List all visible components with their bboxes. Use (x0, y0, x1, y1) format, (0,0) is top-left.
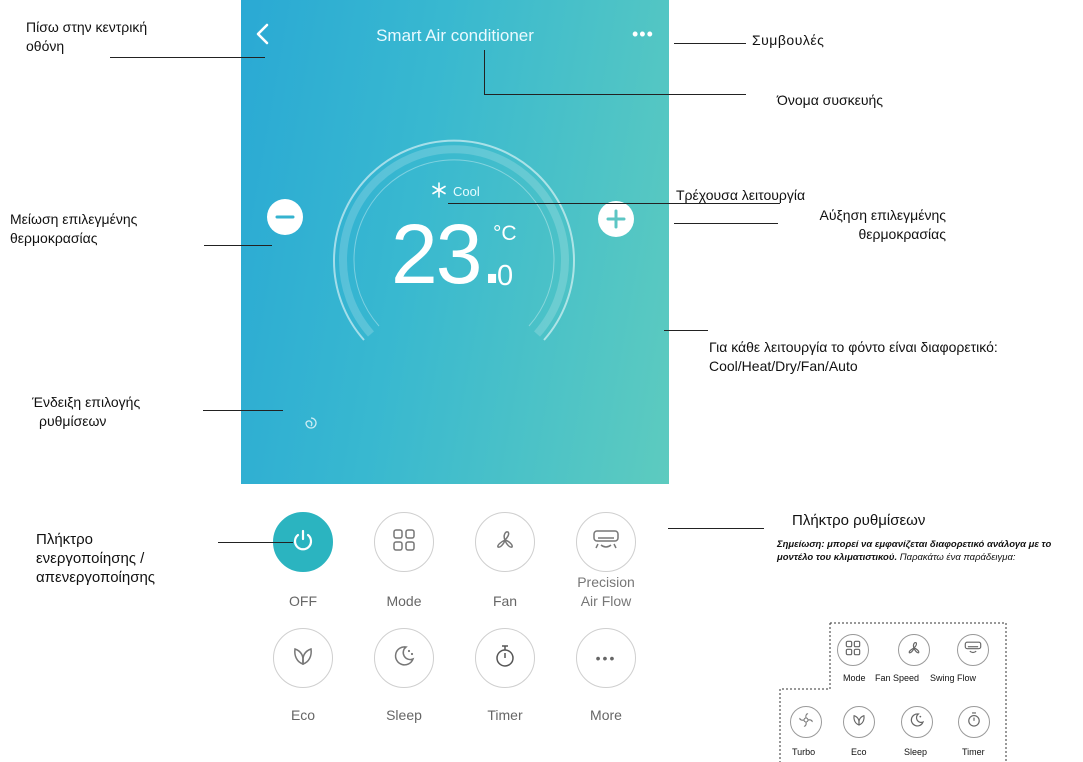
eco-button[interactable] (273, 628, 333, 688)
leader-line-current-mode (448, 203, 780, 204)
device-title: Smart Air conditioner (376, 26, 534, 45)
annotation-power-line2: ενεργοποίησης / (36, 550, 145, 567)
annotation-settings-indicator-line1: Ένδειξη επιλογής (32, 394, 141, 410)
example-fan-speed-label: Fan Speed (875, 673, 920, 683)
precision-label-line1: Precision (577, 574, 635, 590)
mode-grid-icon (392, 528, 416, 557)
leader-line-increase (674, 223, 778, 224)
annotation-decrease-line2: θερμοκρασίας (10, 230, 98, 246)
example-sleep-button (901, 706, 933, 738)
example-eco-label: Eco (851, 747, 867, 757)
settings-indicator-icon (303, 415, 319, 436)
example-turbo-button (790, 706, 822, 738)
leader-line-decrease (204, 245, 272, 246)
example-sleep-label: Sleep (904, 747, 928, 757)
air-flow-icon (592, 528, 620, 557)
example-swing-flow-button (957, 634, 989, 666)
fan-button[interactable] (475, 512, 535, 572)
fan-icon (906, 640, 922, 661)
annotation-background-line2: Cool/Heat/Dry/Fan/Auto (709, 358, 858, 374)
leader-line-power (218, 542, 293, 543)
annotation-settings-indicator: Ένδειξη επιλογής ρυθμίσεων (32, 393, 140, 431)
annotation-settings-indicator-line2: ρυθμίσεων (39, 413, 107, 429)
annotation-increase: Αύξηση επιλεγμένης θερμοκρασίας (760, 206, 946, 244)
example-timer-label: Timer (962, 747, 985, 757)
moon-icon (392, 644, 416, 673)
temperature-decimal: 0 (497, 260, 514, 292)
precision-air-flow-button[interactable] (576, 512, 636, 572)
example-eco-button (843, 706, 875, 738)
annotation-tips: Συμβουλές (752, 32, 825, 48)
leader-line-tips (674, 43, 746, 44)
moon-icon (909, 712, 925, 733)
mode-button[interactable] (374, 512, 434, 572)
temperature-unit: °C (493, 222, 517, 245)
annotation-back-line2: οθόνη (26, 38, 65, 54)
increase-temperature-button[interactable] (598, 201, 634, 237)
thermostat-panel: Smart Air conditioner ••• Cool 23. °C 0 (241, 0, 669, 484)
stopwatch-icon (493, 643, 517, 674)
annotation-power-line1: Πλήκτρο (36, 531, 93, 548)
example-fan-speed-button (898, 634, 930, 666)
example-turbo-label: Turbo (792, 747, 816, 757)
annotation-power-line3: απενεργοποίησης (36, 569, 156, 586)
annotation-note: Σημείωση: μπορεί να εμφανίζεται διαφορετ… (777, 538, 1077, 564)
leaf-icon (851, 712, 867, 733)
current-mode: Cool (431, 182, 480, 201)
annotation-power: Πλήκτρο ενεργοποίησης / απενεργοποίησης (36, 530, 155, 587)
more-label: More (590, 707, 622, 723)
annotation-background-line1: Για κάθε λειτουργία το φόντο είναι διαφο… (709, 339, 998, 355)
leader-line-back (110, 57, 265, 58)
annotation-decrease: Μείωση επιλεγμένης θερμοκρασίας (10, 210, 137, 248)
stopwatch-icon (966, 711, 982, 733)
temperature-integer: 23. (391, 207, 504, 301)
leader-vline-device-name (484, 50, 485, 94)
leader-line-device-name (484, 94, 746, 95)
annotation-increase-line2: θερμοκρασίας (858, 226, 947, 242)
leader-line-background (664, 330, 708, 331)
leader-line-settings-key (668, 528, 764, 529)
more-button[interactable]: ••• (576, 628, 636, 688)
example-timer-button (958, 706, 990, 738)
annotation-device-name: Όνομα συσκευής (777, 92, 884, 108)
air-flow-icon (964, 640, 982, 661)
example-swing-flow-label: Swing Flow (930, 673, 977, 683)
fan-icon (493, 528, 517, 557)
mode-text: Cool (453, 184, 480, 199)
decrease-temperature-button[interactable] (267, 199, 303, 235)
note-italic-text: Παρακάτω ένα παράδειγμα: (899, 552, 1016, 563)
example-mode-label: Mode (843, 673, 866, 683)
precision-label-line2: Air Flow (580, 593, 632, 609)
leader-line-settings-indicator (203, 410, 283, 411)
example-mode-button (837, 634, 869, 666)
turbo-icon (798, 712, 814, 733)
leaf-icon (290, 644, 316, 673)
annotation-settings-key: Πλήκτρο ρυθμίσεων (792, 512, 926, 529)
sleep-button[interactable] (374, 628, 434, 688)
more-dots-icon: ••• (595, 650, 617, 666)
snowflake-icon (431, 182, 447, 201)
annotation-decrease-line1: Μείωση επιλεγμένης (10, 211, 138, 227)
annotation-back: Πίσω στην κεντρική οθόνη (26, 18, 147, 56)
more-options-icon[interactable]: ••• (632, 24, 654, 45)
annotation-background: Για κάθε λειτουργία το φόντο είναι διαφο… (709, 338, 998, 376)
timer-button[interactable] (475, 628, 535, 688)
power-icon (290, 527, 316, 558)
mode-grid-icon (845, 640, 861, 661)
annotation-increase-line1: Αύξηση επιλεγμένης (819, 207, 946, 223)
annotation-back-line1: Πίσω στην κεντρική (26, 19, 148, 35)
